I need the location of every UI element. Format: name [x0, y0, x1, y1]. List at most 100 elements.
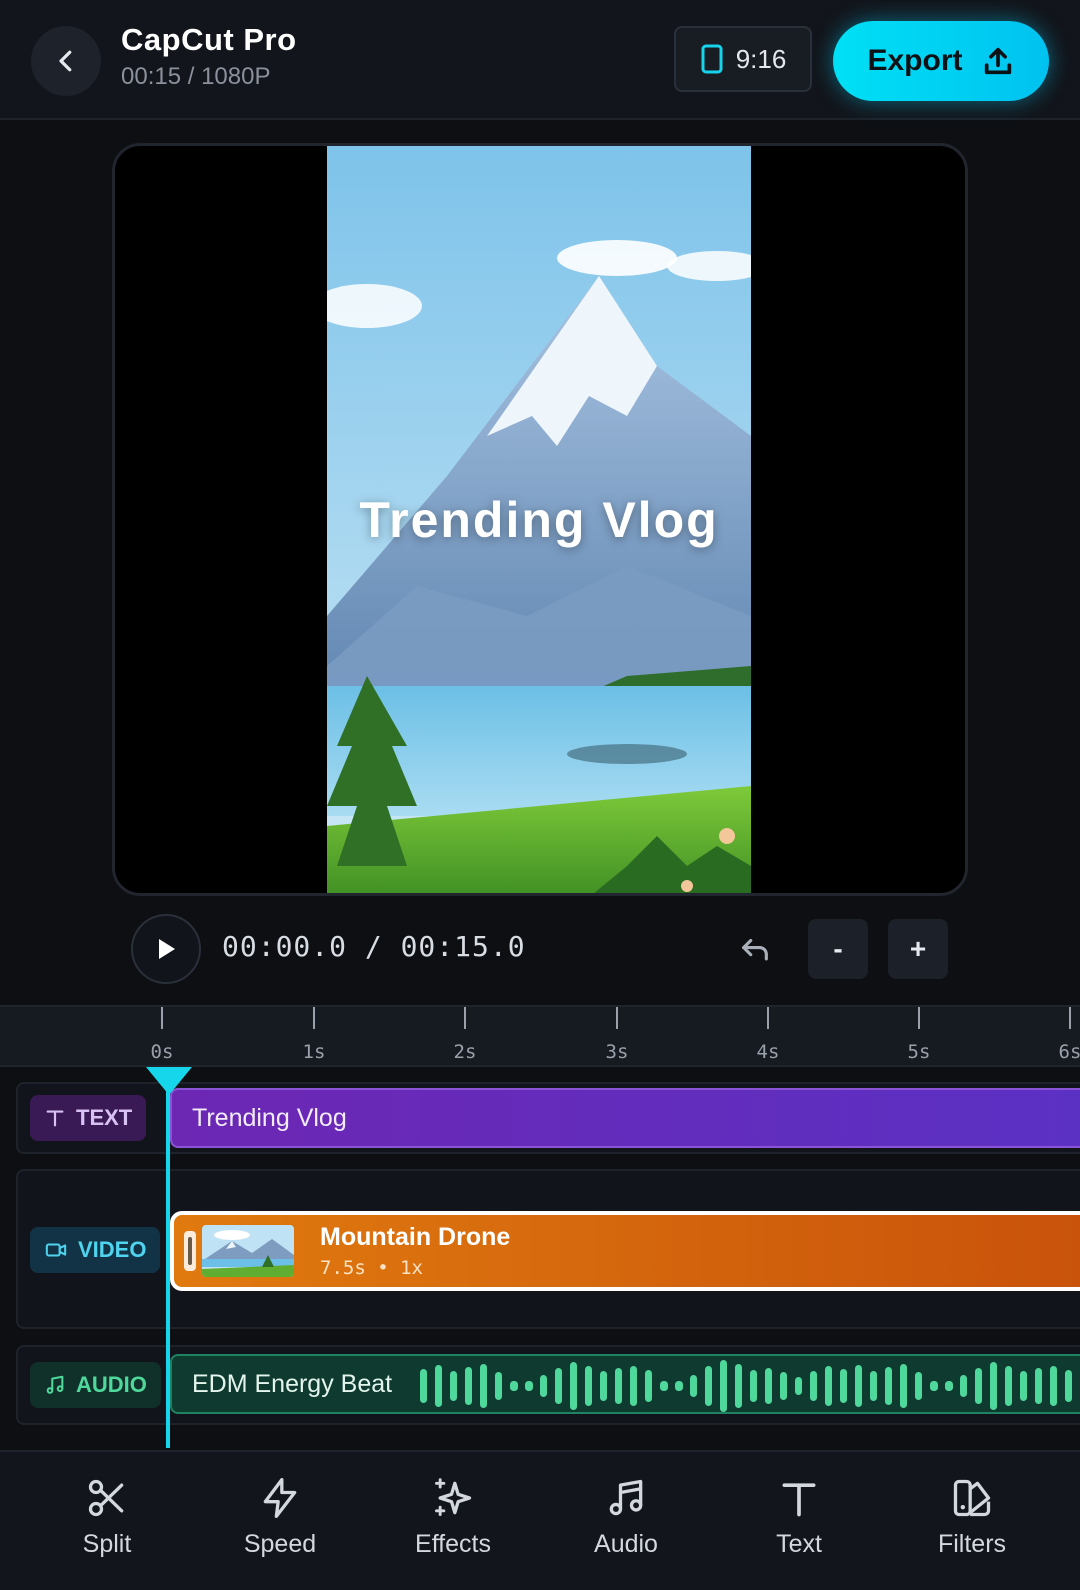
- waveform-bar: [1005, 1366, 1012, 1406]
- waveform-bar: [510, 1381, 518, 1391]
- waveform-bar: [555, 1368, 562, 1404]
- text-icon: [46, 1110, 64, 1127]
- audio-track-name: AUDIO: [76, 1372, 147, 1397]
- text-tool-button[interactable]: Text: [724, 1476, 874, 1559]
- video-clip[interactable]: Mountain Drone 7.5s • 1x: [170, 1211, 1080, 1291]
- waveform-bar: [585, 1366, 592, 1406]
- waveform-bar: [465, 1367, 472, 1405]
- clip-trim-handle[interactable]: [184, 1231, 196, 1271]
- preview-frame: Trending Vlog: [327, 146, 751, 893]
- video-clip-title: Mountain Drone: [320, 1223, 511, 1251]
- text-icon: [782, 1483, 816, 1517]
- video-clip-thumbnail: [202, 1225, 294, 1277]
- waveform-bar: [855, 1365, 862, 1407]
- waveform-bar: [1020, 1371, 1027, 1401]
- speed-tool-button[interactable]: Speed: [205, 1476, 355, 1559]
- audio-waveform: [420, 1360, 1072, 1412]
- aspect-ratio-button[interactable]: 9:16: [674, 26, 812, 92]
- playhead[interactable]: [166, 1068, 170, 1448]
- top-bar: CapCut Pro 00:15 / 1080P 9:16 Export: [0, 0, 1080, 120]
- waveform-bar: [1065, 1370, 1072, 1402]
- split-label: Split: [82, 1530, 132, 1558]
- ruler-tick: [1069, 1007, 1071, 1029]
- waveform-bar: [750, 1370, 757, 1402]
- music-note-icon: [609, 1479, 643, 1516]
- zoom-out-button[interactable]: -: [808, 919, 868, 979]
- zoom-in-button[interactable]: +: [888, 919, 948, 979]
- project-title: CapCut Pro: [121, 22, 297, 57]
- back-button[interactable]: [31, 26, 101, 96]
- text-label: Text: [776, 1530, 822, 1558]
- waveform-bar: [930, 1381, 938, 1391]
- waveform-bar: [960, 1375, 967, 1397]
- effects-tool-button[interactable]: Effects: [378, 1476, 528, 1559]
- timeline-ruler[interactable]: 0s 1s 2s 3s 4s 5s 6s: [0, 1005, 1080, 1067]
- ruler-tick: [464, 1007, 466, 1029]
- aspect-ratio-label: 9:16: [735, 43, 787, 74]
- project-subtitle: 00:15 / 1080P: [121, 63, 271, 90]
- waveform-bar: [945, 1381, 953, 1391]
- waveform-bar: [660, 1381, 668, 1391]
- text-clip[interactable]: Trending Vlog: [170, 1088, 1080, 1148]
- waveform-bar: [1035, 1368, 1042, 1404]
- waveform-bar: [885, 1367, 892, 1405]
- waveform-bar: [810, 1371, 817, 1401]
- ruler-tick: [918, 1007, 920, 1029]
- audio-tool-button[interactable]: Audio: [551, 1476, 701, 1559]
- audio-clip[interactable]: EDM Energy Beat: [170, 1354, 1080, 1414]
- audio-track-label[interactable]: AUDIO: [30, 1362, 161, 1408]
- waveform-bar: [450, 1371, 457, 1401]
- video-track-name: VIDEO: [78, 1237, 147, 1262]
- waveform-bar: [420, 1369, 427, 1403]
- playback-timecode: 00:00.0 / 00:15.0: [222, 930, 526, 963]
- filters-tool-button[interactable]: Filters: [897, 1476, 1047, 1559]
- ruler-tick-label: 0s: [150, 1041, 174, 1063]
- filters-label: Filters: [937, 1530, 1007, 1558]
- preview-overlay-text[interactable]: Trending Vlog: [327, 491, 751, 549]
- waveform-bar: [825, 1366, 832, 1406]
- ruler-tick: [616, 1007, 618, 1029]
- waveform-bar: [645, 1370, 652, 1402]
- export-label: Export: [867, 44, 963, 77]
- play-icon: [159, 939, 175, 959]
- waveform-bar: [435, 1365, 442, 1407]
- bottom-toolbar: Split Speed Effects Audio Text Filters: [0, 1450, 1080, 1590]
- audio-label: Audio: [594, 1530, 658, 1558]
- effects-label: Effects: [415, 1530, 491, 1558]
- scissors-icon: [88, 1479, 124, 1517]
- lightning-icon: [263, 1478, 297, 1518]
- playhead-handle[interactable]: [146, 1067, 192, 1095]
- waveform-bar: [990, 1362, 997, 1410]
- play-button[interactable]: [131, 914, 201, 984]
- waveform-bar: [780, 1372, 787, 1400]
- waveform-bar: [675, 1381, 683, 1391]
- filter-swatch-icon: [953, 1479, 991, 1517]
- waveform-bar: [765, 1368, 772, 1404]
- video-preview[interactable]: Trending Vlog: [112, 143, 968, 896]
- waveform-bar: [840, 1369, 847, 1403]
- ruler-tick: [313, 1007, 315, 1029]
- ruler-tick-label: 5s: [907, 1041, 931, 1063]
- ruler-tick: [767, 1007, 769, 1029]
- waveform-bar: [870, 1371, 877, 1401]
- waveform-bar: [480, 1364, 487, 1408]
- split-tool-button[interactable]: Split: [32, 1476, 182, 1559]
- waveform-bar: [690, 1375, 697, 1397]
- ruler-tick-label: 4s: [756, 1041, 780, 1063]
- waveform-bar: [600, 1371, 607, 1401]
- audio-clip-title: EDM Energy Beat: [192, 1370, 393, 1398]
- waveform-bar: [735, 1364, 742, 1408]
- waveform-bar: [915, 1372, 922, 1400]
- text-track-label[interactable]: TEXT: [30, 1095, 147, 1141]
- waveform-bar: [795, 1377, 802, 1395]
- chevron-left-icon: [59, 50, 72, 72]
- waveform-bar: [1050, 1366, 1057, 1406]
- ruler-tick: [161, 1007, 163, 1029]
- text-track-name: TEXT: [76, 1105, 133, 1130]
- waveform-bar: [570, 1362, 577, 1410]
- speed-label: Speed: [243, 1530, 317, 1558]
- upload-icon: [984, 47, 1011, 75]
- undo-button[interactable]: [733, 924, 777, 974]
- video-track-label[interactable]: VIDEO: [30, 1227, 161, 1273]
- export-button[interactable]: Export: [833, 21, 1049, 101]
